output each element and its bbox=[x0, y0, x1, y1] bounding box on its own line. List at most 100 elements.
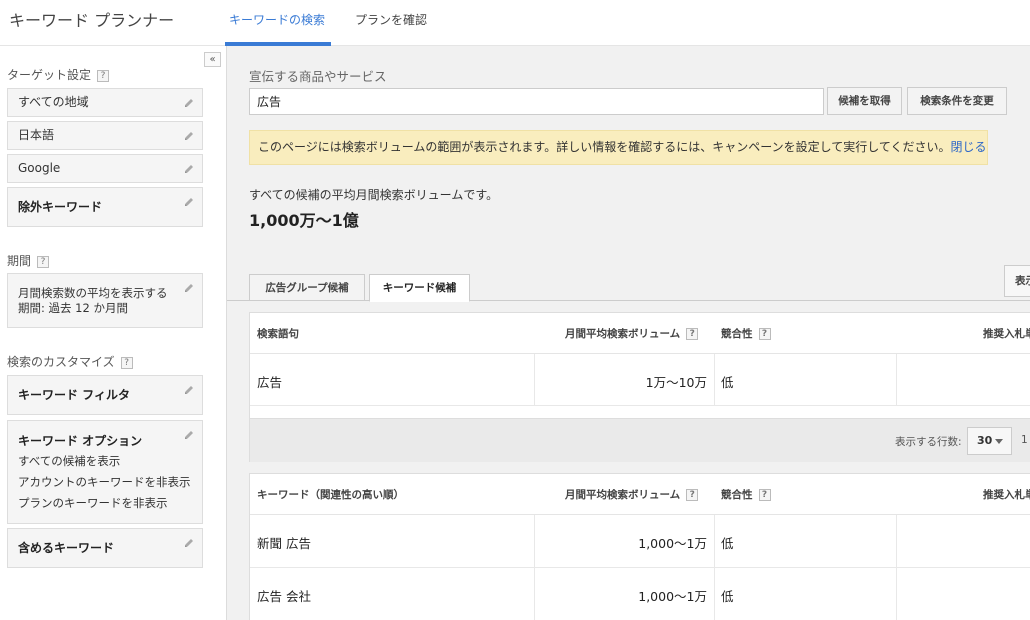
search-terms-table: 検索語句 月間平均検索ボリューム? 競合性? 推奨入札単価 広告 1万～10万 … bbox=[249, 312, 1030, 419]
table-header: 検索語句 月間平均検索ボリューム? 競合性? 推奨入札単価 bbox=[250, 313, 1030, 354]
col-competition[interactable]: 競合性? bbox=[721, 487, 771, 502]
col-label: 競合性 bbox=[721, 489, 753, 501]
col-suggested-bid[interactable]: 推奨入札単価 bbox=[983, 487, 1030, 502]
keyword-ideas-table: キーワード（関連性の高い順） 月間平均検索ボリューム? 競合性? 推奨入札単価 … bbox=[249, 473, 1030, 620]
volume-cell: 1万～10万 bbox=[645, 375, 707, 390]
pencil-icon[interactable] bbox=[183, 97, 195, 109]
help-icon[interactable]: ? bbox=[37, 255, 50, 268]
keyword-cell: 広告 会社 bbox=[257, 589, 311, 604]
sidebar-item-keyword-options[interactable]: キーワード オプション すべての候補を表示 アカウントのキーワードを非表示 プラ… bbox=[7, 420, 203, 524]
modify-search-button[interactable]: 検索条件を変更 bbox=[907, 87, 1007, 115]
pencil-icon[interactable] bbox=[183, 130, 195, 142]
product-label: 宣伝する商品やサービス bbox=[249, 69, 387, 84]
tab-review-plan[interactable]: プランを確認 bbox=[355, 11, 427, 28]
col-avg-monthly-volume[interactable]: 月間平均検索ボリューム? bbox=[565, 487, 699, 502]
sidebar-item-locations[interactable]: すべての地域 bbox=[7, 88, 203, 117]
competition-cell: 低 bbox=[721, 589, 734, 604]
volume-cell: 1,000～1万 bbox=[638, 536, 707, 551]
range-notice: このページには検索ボリュームの範囲が表示されます。詳しい情報を確認するには、キャ… bbox=[249, 130, 988, 165]
period-line-2: 期間: 過去 12 か月間 bbox=[18, 301, 128, 315]
column-divider bbox=[714, 354, 715, 406]
column-divider bbox=[534, 354, 535, 406]
col-search-terms[interactable]: 検索語句 bbox=[257, 326, 299, 341]
col-label: 競合性 bbox=[721, 328, 753, 340]
pencil-icon[interactable] bbox=[183, 282, 195, 294]
col-competition[interactable]: 競合性? bbox=[721, 326, 771, 341]
chevron-down-icon bbox=[995, 439, 1003, 444]
sidebar-item-network[interactable]: Google bbox=[7, 154, 203, 183]
include-keywords-label: 含めるキーワード bbox=[18, 541, 115, 555]
col-suggested-bid[interactable]: 推奨入札単価 bbox=[983, 326, 1030, 341]
negative-keywords-label: 除外キーワード bbox=[18, 200, 103, 214]
pencil-icon[interactable] bbox=[183, 429, 195, 441]
sidebar-item-keyword-filter[interactable]: キーワード フィルタ bbox=[7, 375, 203, 415]
keyword-cell: 新聞 広告 bbox=[257, 536, 311, 551]
sidebar-item-period[interactable]: 月間検索数の平均を表示する 期間: 過去 12 か月間 bbox=[7, 273, 203, 328]
help-icon[interactable]: ? bbox=[758, 489, 771, 501]
period-heading-label: 期間 bbox=[7, 254, 32, 268]
keyword-option-line: アカウントのキーワードを非表示 bbox=[18, 475, 191, 489]
period-line-1: 月間検索数の平均を表示する bbox=[18, 286, 168, 300]
keyword-option-line: プランのキーワードを非表示 bbox=[18, 496, 168, 510]
tab-ad-group-ideas[interactable]: 広告グループ候補 bbox=[249, 274, 365, 301]
notice-text: このページには検索ボリュームの範囲が表示されます。詳しい情報を確認するには、キャ… bbox=[258, 140, 951, 154]
competition-cell: 低 bbox=[721, 536, 734, 551]
sidebar: « ターゲット設定? すべての地域 日本語 Google 除外キーワード 期間?… bbox=[0, 46, 227, 620]
table-row: 広告 1万～10万 低 bbox=[250, 354, 1030, 406]
rows-per-page-value: 30 bbox=[977, 434, 993, 447]
table-row: 新聞 広告 1,000～1万 低 bbox=[250, 515, 1030, 568]
notice-close-link[interactable]: 閉じる bbox=[951, 140, 987, 154]
sidebar-item-language[interactable]: 日本語 bbox=[7, 121, 203, 150]
app-title: キーワード プランナー bbox=[9, 11, 175, 30]
col-keyword-relevance[interactable]: キーワード（関連性の高い順） bbox=[257, 487, 404, 502]
avg-volume-label: すべての候補の平均月間検索ボリュームです。 bbox=[249, 188, 499, 202]
get-ideas-button[interactable]: 候補を取得 bbox=[827, 87, 902, 115]
help-icon[interactable]: ? bbox=[686, 489, 699, 501]
column-divider bbox=[896, 515, 897, 620]
period-heading: 期間? bbox=[7, 252, 50, 269]
competition-cell: 低 bbox=[721, 375, 734, 390]
help-icon[interactable]: ? bbox=[686, 328, 699, 340]
column-divider bbox=[534, 515, 535, 620]
column-divider bbox=[714, 515, 715, 620]
col-label: 月間平均検索ボリューム bbox=[565, 328, 681, 340]
col-label: 月間平均検索ボリューム bbox=[565, 489, 681, 501]
rows-per-page-label: 表示する行数: bbox=[895, 436, 962, 448]
locations-label: すべての地域 bbox=[18, 95, 89, 109]
help-icon[interactable]: ? bbox=[97, 69, 110, 82]
customize-heading-label: 検索のカスタマイズ bbox=[7, 355, 115, 369]
top-bar: キーワード プランナー キーワードの検索 プランを確認 bbox=[0, 0, 1030, 46]
targeting-heading-label: ターゲット設定 bbox=[7, 68, 92, 82]
pencil-icon[interactable] bbox=[183, 196, 195, 208]
rows-per-page-select[interactable]: 30 bbox=[967, 427, 1012, 455]
sidebar-item-negative-keywords[interactable]: 除外キーワード bbox=[7, 187, 203, 227]
tab-keyword-search[interactable]: キーワードの検索 bbox=[229, 11, 325, 28]
pager-count: 1 - 1 bbox=[1021, 434, 1030, 446]
pencil-icon[interactable] bbox=[183, 384, 195, 396]
help-icon[interactable]: ? bbox=[758, 328, 771, 340]
main-content: 宣伝する商品やサービス 候補を取得 検索条件を変更 このページには検索ボリューム… bbox=[227, 46, 1030, 620]
pencil-icon[interactable] bbox=[183, 163, 195, 175]
targeting-heading: ターゲット設定? bbox=[7, 66, 110, 83]
help-icon[interactable]: ? bbox=[120, 356, 133, 369]
tab-keyword-ideas[interactable]: キーワード候補 bbox=[369, 274, 470, 302]
table-row: 広告 会社 1,000～1万 低 bbox=[250, 568, 1030, 620]
column-divider bbox=[896, 354, 897, 406]
pencil-icon[interactable] bbox=[183, 537, 195, 549]
sidebar-item-include-keywords[interactable]: 含めるキーワード bbox=[7, 528, 203, 568]
language-label: 日本語 bbox=[18, 128, 55, 142]
pager: 表示する行数: 30 1 - 1 bbox=[249, 419, 1030, 462]
display-button[interactable]: 表示 bbox=[1004, 265, 1030, 297]
keyword-filter-label: キーワード フィルタ bbox=[18, 388, 130, 402]
keyword-cell: 広告 bbox=[257, 375, 283, 390]
keyword-options-title: キーワード オプション bbox=[18, 434, 143, 448]
product-search-input[interactable] bbox=[249, 88, 824, 115]
volume-cell: 1,000～1万 bbox=[638, 589, 707, 604]
col-avg-monthly-volume[interactable]: 月間平均検索ボリューム? bbox=[565, 326, 699, 341]
customize-heading: 検索のカスタマイズ? bbox=[7, 353, 133, 370]
network-label: Google bbox=[18, 161, 61, 175]
collapse-sidebar-button[interactable]: « bbox=[204, 52, 221, 67]
table-header: キーワード（関連性の高い順） 月間平均検索ボリューム? 競合性? 推奨入札単価 bbox=[250, 474, 1030, 515]
keyword-option-line: すべての候補を表示 bbox=[18, 454, 121, 468]
avg-volume-value: 1,000万～1億 bbox=[249, 211, 359, 230]
